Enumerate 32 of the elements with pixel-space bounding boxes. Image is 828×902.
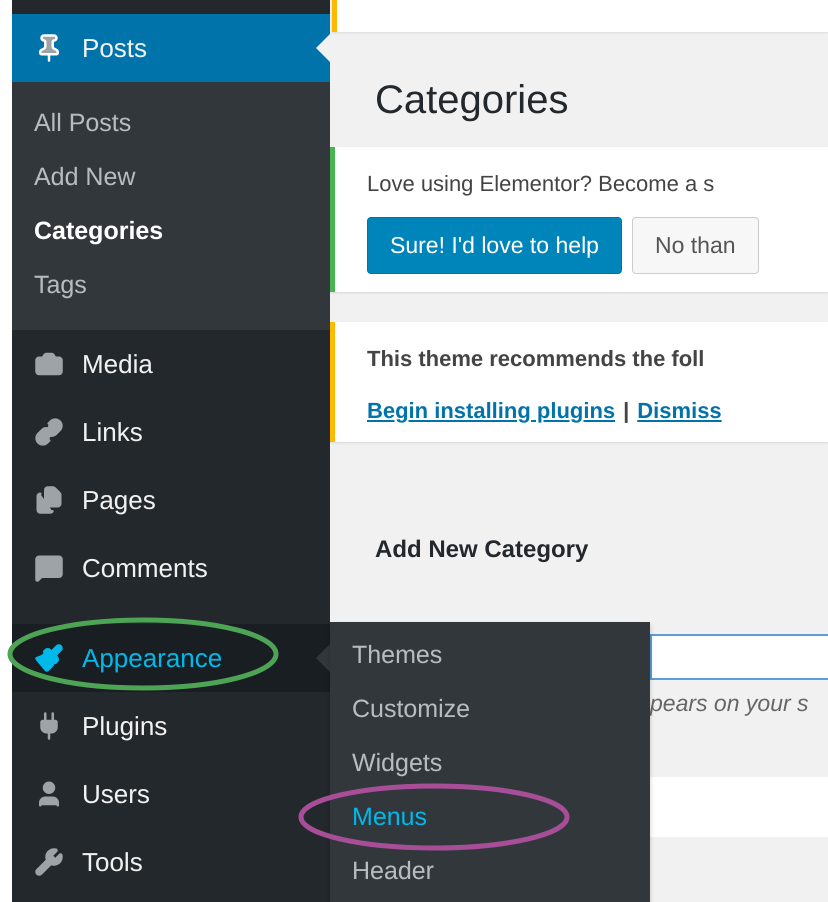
submenu-item[interactable]: Categories [12, 204, 330, 258]
notice-button[interactable]: No than [632, 217, 759, 274]
flyout-item[interactable]: Header [330, 844, 650, 898]
notice-button[interactable]: Sure! I'd love to help [367, 217, 622, 274]
sidebar-item[interactable]: Pages [12, 466, 330, 534]
wrench-icon [34, 847, 64, 877]
submenu-item[interactable]: All Posts [12, 96, 330, 150]
notice-text: This theme recommends the foll [367, 346, 706, 372]
sidebar-item[interactable]: Posts [12, 14, 330, 82]
flyout-item[interactable]: Themes [330, 628, 650, 682]
pages-icon [34, 485, 64, 515]
notice-link[interactable]: Begin installing plugins [367, 398, 616, 424]
flyout-item[interactable]: Menus [330, 790, 650, 844]
notice-link[interactable]: Dismiss [637, 398, 722, 424]
sidebar-item[interactable]: Comments [12, 534, 330, 602]
sidebar-item[interactable]: Users [12, 760, 330, 828]
notice-text: Love using Elementor? Become a s [367, 171, 716, 197]
submenu-item[interactable]: Tags [12, 258, 330, 312]
paintbrush-icon [34, 643, 64, 673]
section-heading: Add New Category [375, 536, 590, 564]
sidebar-item[interactable]: Plugins [12, 692, 330, 760]
sidebar-item[interactable]: Media [12, 330, 330, 398]
speech-bubble-icon [34, 553, 64, 583]
link-separator: | [623, 398, 630, 424]
page-title: Categories [375, 78, 570, 123]
sidebar-item[interactable]: Tools [12, 828, 330, 896]
flyout-item[interactable]: Widgets [330, 736, 650, 790]
link-icon [34, 417, 64, 447]
sidebar-item[interactable]: Links [12, 398, 330, 466]
field-description: pears on your s [650, 690, 810, 717]
submenu-item[interactable]: Add New [12, 150, 330, 204]
flyout-item[interactable]: Customize [330, 682, 650, 736]
